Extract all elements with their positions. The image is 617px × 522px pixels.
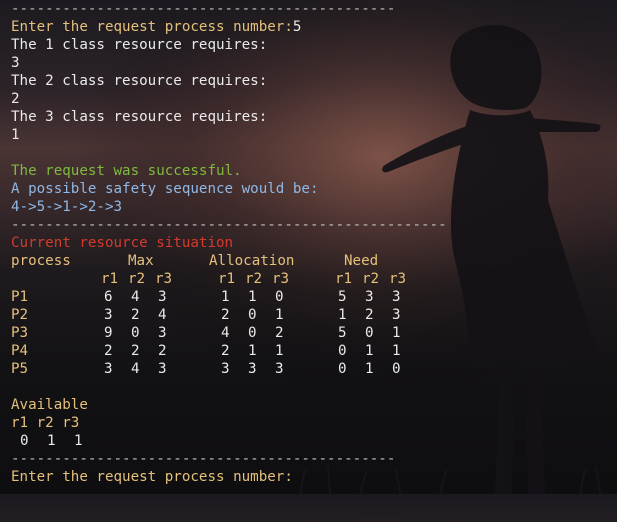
allocation-cell: 3: [248, 361, 257, 377]
separator-mid: ----------------------------------------…: [11, 217, 447, 233]
header-process: process: [11, 253, 71, 269]
header-max: Max: [128, 253, 154, 269]
allocation-cell: 1: [248, 343, 257, 359]
need-r3: r3: [389, 271, 407, 287]
situation-title: Current resource situation: [11, 235, 234, 251]
header-need: Need: [344, 253, 379, 269]
table-header: process Max Allocation Need: [11, 252, 617, 270]
max-r2: r2: [128, 271, 146, 287]
max-cell: 2: [131, 343, 140, 359]
available-r2: 1: [47, 433, 56, 449]
process-name: P5: [11, 361, 29, 377]
alloc-r2: r2: [245, 271, 263, 287]
table-body: P1 6 4 3 1 1 0 5 3 3 P2 3 2 4 2 0 1 1 2 3 P3 9 0 3 4 0 2 5 0 1 P4 2 2 2 2 1…: [11, 288, 617, 378]
max-cell: 4: [158, 307, 167, 323]
max-cell: 6: [104, 289, 113, 305]
allocation-cell: 3: [221, 361, 230, 377]
available-subheader: r1 r2 r3: [11, 415, 80, 431]
need-r2: r2: [362, 271, 380, 287]
table-row: P2 3 2 4 2 0 1 1 2 3: [11, 306, 617, 324]
request-prompt-2-line[interactable]: Enter the request process number:: [11, 468, 617, 486]
allocation-cell: 3: [275, 361, 284, 377]
need-cell: 1: [365, 361, 374, 377]
need-r1: r1: [335, 271, 353, 287]
available-r1: 0: [20, 433, 29, 449]
need-cell: 3: [365, 289, 374, 305]
process-name: P4: [11, 343, 29, 359]
max-cell: 3: [158, 325, 167, 341]
allocation-cell: 4: [221, 325, 230, 341]
alloc-r1: r1: [218, 271, 236, 287]
need-cell: 5: [338, 325, 347, 341]
process-name: P3: [11, 325, 29, 341]
available-r3: 1: [74, 433, 83, 449]
max-cell: 4: [131, 289, 140, 305]
need-cell: 2: [365, 307, 374, 323]
need-cell: 3: [392, 289, 401, 305]
max-r1: r1: [101, 271, 119, 287]
need-cell: 1: [392, 343, 401, 359]
table-row: P3 9 0 3 4 0 2 5 0 1: [11, 324, 617, 342]
allocation-cell: 1: [221, 289, 230, 305]
allocation-cell: 1: [275, 343, 284, 359]
safety-sequence-label: A possible safety sequence would be:: [11, 181, 319, 197]
max-cell: 9: [104, 325, 113, 341]
alloc-r3: r3: [272, 271, 290, 287]
available-label: Available: [11, 397, 88, 413]
separator-top: ----------------------------------------…: [11, 1, 396, 17]
need-cell: 0: [338, 343, 347, 359]
allocation-cell: 0: [275, 289, 284, 305]
max-cell: 3: [104, 361, 113, 377]
request-prompt-label: Enter the request process number:: [11, 19, 293, 35]
table-row: P5 3 4 3 3 3 3 0 1 0: [11, 360, 617, 378]
header-allocation: Allocation: [209, 253, 295, 269]
max-cell: 3: [104, 307, 113, 323]
request-prompt-value: 5: [292, 19, 302, 35]
allocation-cell: 0: [248, 307, 257, 323]
allocation-cell: 1: [248, 289, 257, 305]
available-values: 0 1 1: [11, 432, 617, 450]
allocation-cell: 2: [221, 343, 230, 359]
table-subheader: r1 r2 r3 r1 r2 r3 r1 r2 r3: [11, 270, 617, 288]
request-prompt-2-label: Enter the request process number:: [11, 469, 293, 485]
resource-3-label: The 3 class resource requires:: [11, 109, 268, 125]
max-cell: 0: [131, 325, 140, 341]
need-cell: 0: [365, 325, 374, 341]
max-cell: 2: [158, 343, 167, 359]
need-cell: 1: [338, 307, 347, 323]
resource-1-value: 3: [11, 55, 20, 71]
table-row: P1 6 4 3 1 1 0 5 3 3: [11, 288, 617, 306]
process-name: P1: [11, 289, 29, 305]
max-cell: 2: [104, 343, 113, 359]
max-cell: 4: [131, 361, 140, 377]
allocation-cell: 0: [248, 325, 257, 341]
separator-bottom: ----------------------------------------…: [11, 451, 396, 467]
resource-2-value: 2: [11, 91, 20, 107]
resource-3-value: 1: [11, 127, 20, 143]
need-cell: 1: [392, 325, 401, 341]
table-row: P4 2 2 2 2 1 1 0 1 1: [11, 342, 617, 360]
resource-1-label: The 1 class resource requires:: [11, 37, 268, 53]
max-cell: 2: [131, 307, 140, 323]
max-cell: 3: [158, 361, 167, 377]
allocation-cell: 1: [275, 307, 284, 323]
need-cell: 0: [338, 361, 347, 377]
need-cell: 3: [392, 307, 401, 323]
safety-sequence: 4->5->1->2->3: [11, 199, 123, 215]
success-message: The request was successful.: [11, 163, 242, 179]
allocation-cell: 2: [275, 325, 284, 341]
need-cell: 1: [365, 343, 374, 359]
allocation-cell: 2: [221, 307, 230, 323]
need-cell: 0: [392, 361, 401, 377]
process-name: P2: [11, 307, 29, 323]
request-prompt-line: Enter the request process number:5: [11, 18, 617, 36]
resource-2-label: The 2 class resource requires:: [11, 73, 268, 89]
need-cell: 5: [338, 289, 347, 305]
terminal-output: ----------------------------------------…: [11, 0, 617, 486]
max-r3: r3: [155, 271, 173, 287]
max-cell: 3: [158, 289, 167, 305]
